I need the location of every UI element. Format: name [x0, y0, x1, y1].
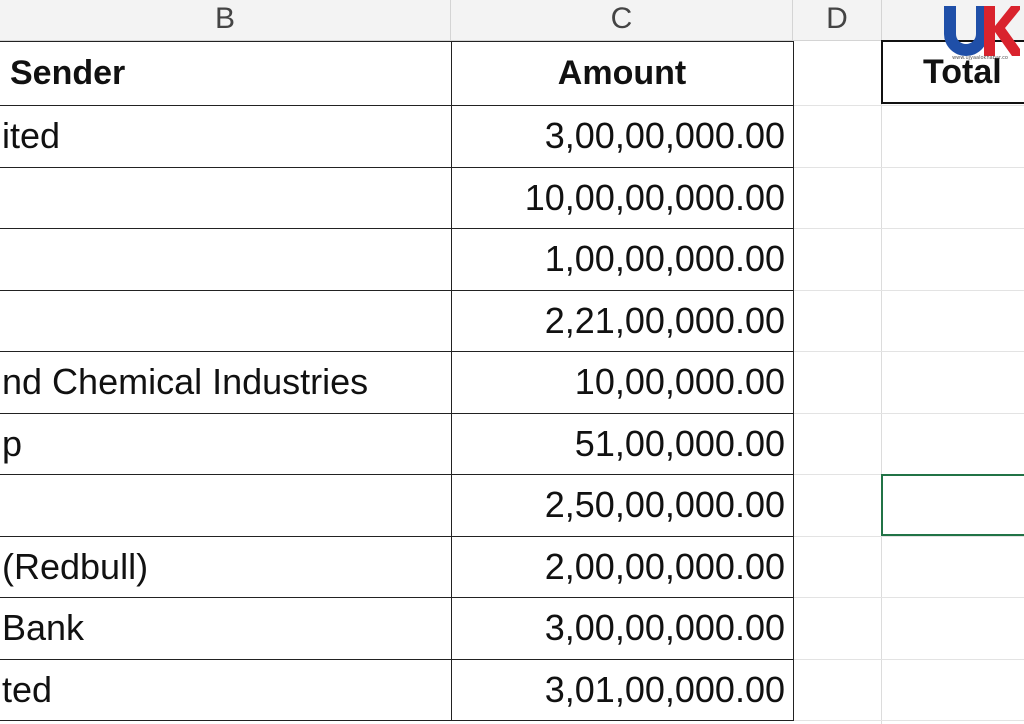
table-cell-sender[interactable]: p — [0, 414, 451, 475]
row-border — [0, 228, 794, 229]
table-cell-amount[interactable]: 3,00,00,000.00 — [451, 106, 793, 167]
table-cell-sender[interactable]: Bank — [0, 598, 451, 659]
column-border — [451, 41, 452, 721]
table-cell-amount[interactable]: 10,00,000.00 — [451, 352, 793, 413]
row-border — [0, 167, 794, 168]
row-border — [0, 720, 794, 721]
selected-cell-indicator[interactable] — [881, 474, 1024, 536]
header-cell-sender[interactable]: Sender — [0, 43, 451, 105]
gridline — [794, 413, 1024, 414]
table-cell-amount[interactable]: 51,00,000.00 — [451, 414, 793, 475]
column-header-b[interactable]: B — [0, 0, 451, 40]
table-cell-sender[interactable]: nd Chemical Industries — [0, 352, 451, 413]
table-cell-sender[interactable]: ted — [0, 660, 451, 721]
row-border — [0, 105, 794, 106]
gridline — [794, 597, 1024, 598]
gridline — [794, 536, 1024, 537]
column-header-c[interactable]: C — [451, 0, 793, 40]
row-border — [0, 597, 794, 598]
column-border — [793, 41, 794, 721]
gridline — [794, 659, 1024, 660]
row-border — [0, 351, 794, 352]
row-border — [0, 536, 794, 537]
row-border — [0, 474, 794, 475]
gridline — [794, 290, 1024, 291]
table-cell-amount[interactable]: 2,21,00,000.00 — [451, 291, 793, 352]
table-cell-sender[interactable] — [0, 291, 451, 352]
gridline — [794, 720, 1024, 721]
table-cell-sender[interactable]: ited — [0, 106, 451, 167]
table-cell-amount[interactable]: 10,00,00,000.00 — [451, 168, 793, 229]
table-cell-amount[interactable]: 1,00,00,000.00 — [451, 229, 793, 290]
table-cell-sender[interactable]: (Redbull) — [0, 537, 451, 598]
row-border — [0, 413, 794, 414]
row-border — [0, 41, 794, 42]
uk-logo-icon: www.ujyaalokhabar.co — [944, 6, 1020, 61]
table-cell-amount[interactable]: 2,50,00,000.00 — [451, 475, 793, 536]
gridline — [881, 40, 882, 724]
table-cell-sender[interactable] — [0, 475, 451, 536]
gridline — [794, 351, 1024, 352]
gridline — [794, 228, 1024, 229]
logo-url-text: www.ujyaalokhabar.co — [952, 55, 1008, 61]
table-cell-sender[interactable] — [0, 168, 451, 229]
gridline — [794, 105, 1024, 106]
spreadsheet: B C D Sender Amount ited 3,00,00,000.00 10… — [0, 0, 1024, 724]
table-cell-amount[interactable]: 2,00,00,000.00 — [451, 537, 793, 598]
gridline — [794, 167, 1024, 168]
row-border — [0, 290, 794, 291]
table-cell-sender[interactable] — [0, 229, 451, 290]
row-border — [0, 659, 794, 660]
table-cell-amount[interactable]: 3,01,00,000.00 — [451, 660, 793, 721]
header-cell-amount[interactable]: Amount — [451, 43, 793, 105]
table-cell-amount[interactable]: 3,00,00,000.00 — [451, 598, 793, 659]
column-header-d[interactable]: D — [793, 0, 882, 40]
